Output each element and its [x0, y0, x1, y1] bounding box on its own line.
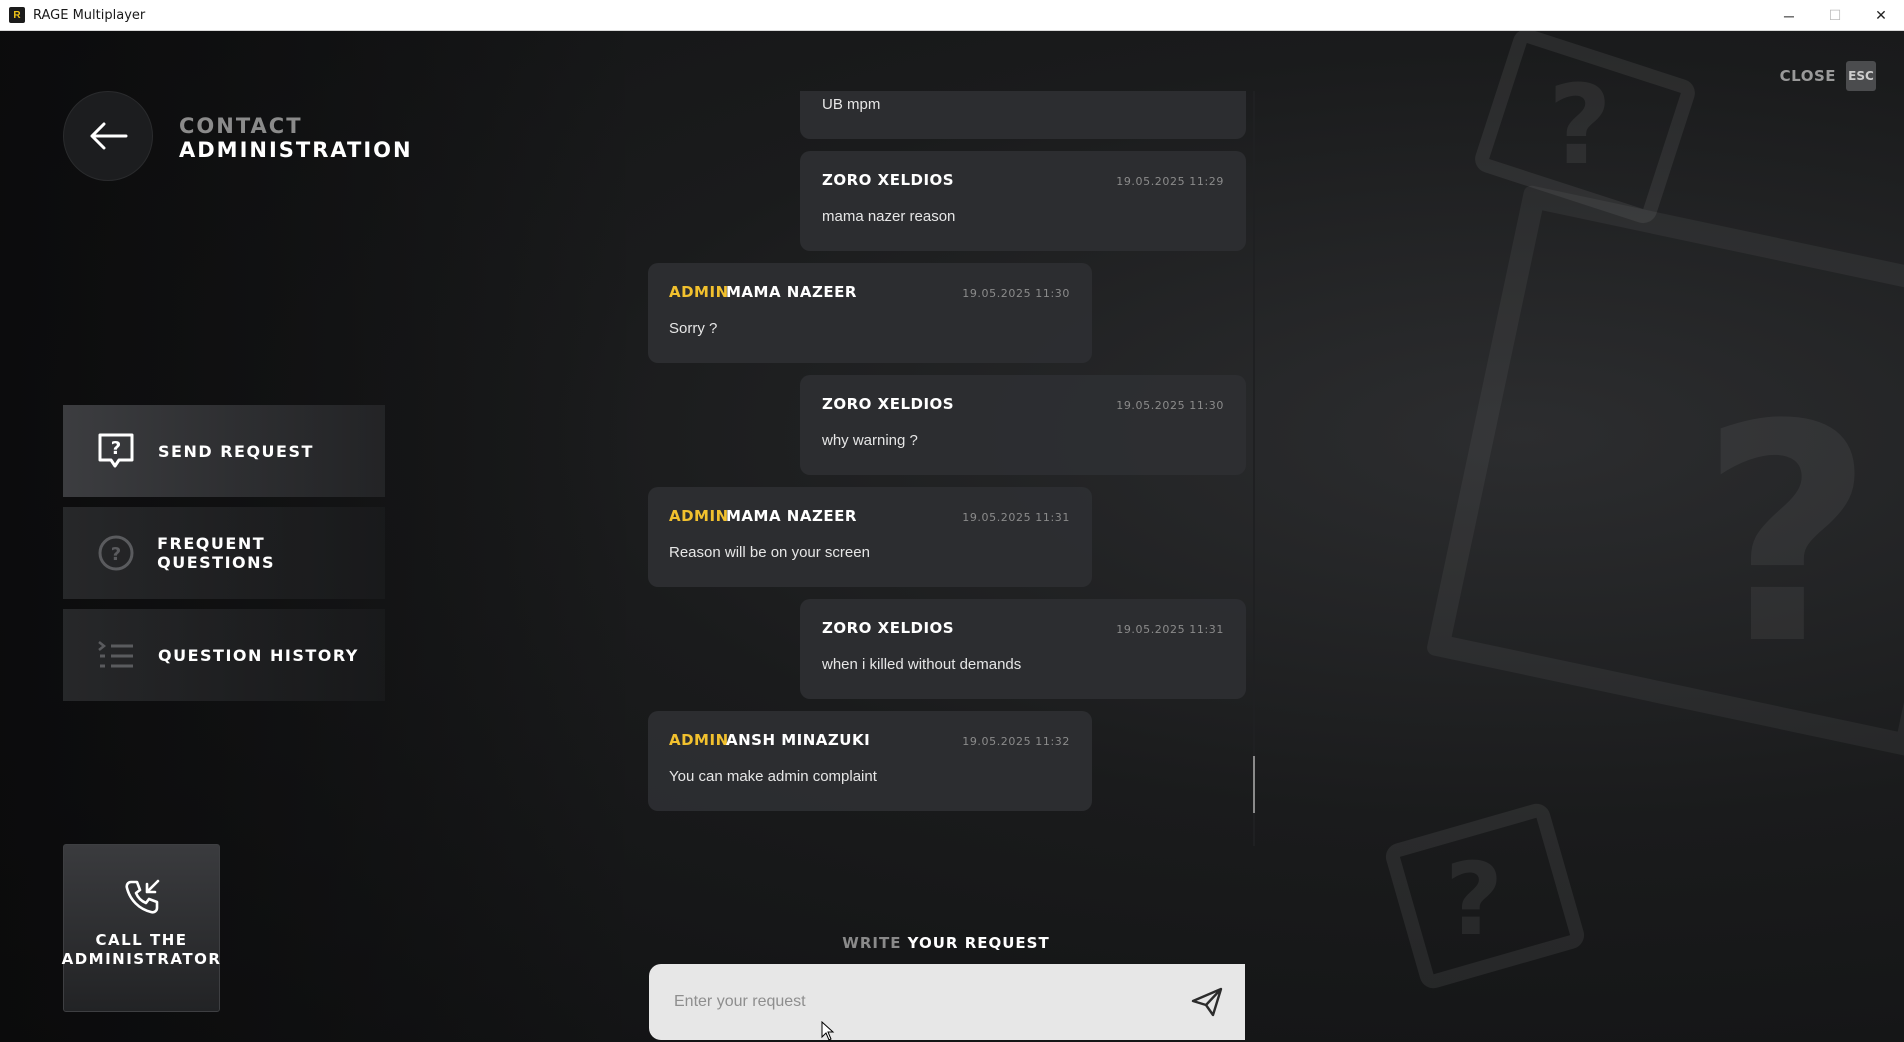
call-administrator-label: CALL THE ADMINISTRATOR [62, 931, 222, 969]
svg-text:?: ? [111, 438, 121, 459]
question-circle-icon: ? [96, 533, 135, 573]
chat-message-admin: ADMIN MAMA NAZEER 19.05.2025 11:30 Sorry… [648, 263, 1092, 363]
mouse-cursor-icon [821, 1021, 835, 1041]
caption-bright: YOUR REQUEST [907, 934, 1050, 952]
message-timestamp: 19.05.2025 11:31 [962, 511, 1070, 524]
page-title-line2: ADMINISTRATION [179, 138, 413, 162]
message-author: ZORO XELDIOS [822, 619, 955, 637]
message-text: UB mpm [822, 96, 881, 113]
menu-item-question-history[interactable]: QUESTION HISTORY [63, 609, 385, 701]
bg-question-mark-icon: ? [1548, 61, 1612, 189]
chat-message-user: ZORO XELDIOS 19.05.2025 11:31 when i kil… [800, 599, 1246, 699]
chat-message-admin: ADMIN ANSH MINAZUKI 19.05.2025 11:32 You… [648, 711, 1092, 811]
back-button[interactable] [63, 91, 153, 181]
admin-role-badge: ADMIN [669, 731, 729, 749]
message-text: mama nazer reason [822, 208, 956, 225]
send-icon[interactable] [1191, 987, 1223, 1017]
message-text: Sorry ? [669, 320, 718, 337]
call-label-line1: CALL THE [95, 931, 188, 949]
message-author: MAMA NAZEER [726, 507, 857, 525]
menu-item-label: QUESTION HISTORY [158, 645, 359, 665]
chat-message-user: ZORO XELDIOS 19.05.2025 11:29 mama nazer… [800, 151, 1246, 251]
menu-item-frequent-questions[interactable]: ? FREQUENT QUESTIONS [63, 507, 385, 599]
chat-message-user: ZORO XELDIOS 19.05.2025 11:30 why warnin… [800, 375, 1246, 475]
chat-messages[interactable]: UB mpm ZORO XELDIOS 19.05.2025 11:29 mam… [648, 91, 1260, 846]
request-input[interactable] [674, 993, 1174, 1011]
message-timestamp: 19.05.2025 11:30 [1116, 399, 1224, 412]
admin-role-badge: ADMIN [669, 283, 729, 301]
close-label[interactable]: CLOSE [1780, 67, 1836, 85]
svg-text:?: ? [110, 544, 120, 565]
call-label-line2: ADMINISTRATOR [61, 950, 222, 968]
window-titlebar: R RAGE Multiplayer ─ ☐ ✕ [0, 0, 1904, 31]
bg-question-mark-bottom-icon: ? [1445, 841, 1504, 958]
phone-incoming-icon [124, 879, 159, 914]
close-control[interactable]: CLOSE ESC [1780, 61, 1876, 91]
message-text: when i killed without demands [822, 656, 1022, 673]
message-timestamp: 19.05.2025 11:31 [1116, 623, 1224, 636]
app-icon: R [9, 7, 25, 23]
message-author: ZORO XELDIOS [822, 171, 955, 189]
window-title: RAGE Multiplayer [33, 7, 146, 23]
message-author: MAMA NAZEER [726, 283, 857, 301]
chat-scrollbar-thumb[interactable] [1253, 756, 1255, 813]
history-list-icon [96, 635, 136, 675]
message-timestamp: 19.05.2025 11:30 [962, 287, 1070, 300]
esc-key-badge[interactable]: ESC [1846, 61, 1876, 91]
page-title-line1: CONTACT [179, 114, 303, 138]
menu-item-label: FREQUENT QUESTIONS [157, 534, 276, 572]
caption-dim: WRITE [842, 934, 902, 952]
menu-item-label: SEND REQUEST [158, 441, 314, 461]
maximize-button[interactable]: ☐ [1812, 0, 1858, 31]
request-input-caption: WRITE YOUR REQUEST [648, 934, 1244, 952]
message-timestamp: 19.05.2025 11:29 [1116, 175, 1224, 188]
message-text: You can make admin complaint [669, 768, 877, 785]
request-input-box[interactable] [649, 964, 1245, 1040]
minimize-button[interactable]: ─ [1766, 0, 1812, 31]
question-chat-icon: ? [96, 431, 136, 471]
message-author: ZORO XELDIOS [822, 395, 955, 413]
admin-role-badge: ADMIN [669, 507, 729, 525]
call-administrator-button[interactable]: CALL THE ADMINISTRATOR [62, 844, 222, 1012]
message-timestamp: 19.05.2025 11:32 [962, 735, 1070, 748]
chat-scrollbar-track[interactable] [1253, 91, 1255, 846]
bg-question-mark-large-icon: ? [1700, 361, 1875, 710]
window-close-button[interactable]: ✕ [1858, 0, 1904, 31]
message-text: why warning ? [822, 432, 918, 449]
message-author: ANSH MINAZUKI [726, 731, 871, 749]
menu-item-send-request[interactable]: ? SEND REQUEST [63, 405, 385, 497]
arrow-left-icon [90, 122, 128, 150]
message-text: Reason will be on your screen [669, 544, 870, 561]
app-main: ? ? ? CLOSE ESC CONTACT ADMINISTRATION ?… [0, 31, 1904, 1042]
chat-message-admin: ADMIN MAMA NAZEER 19.05.2025 11:31 Reaso… [648, 487, 1092, 587]
chat-message-user: UB mpm [800, 91, 1246, 139]
